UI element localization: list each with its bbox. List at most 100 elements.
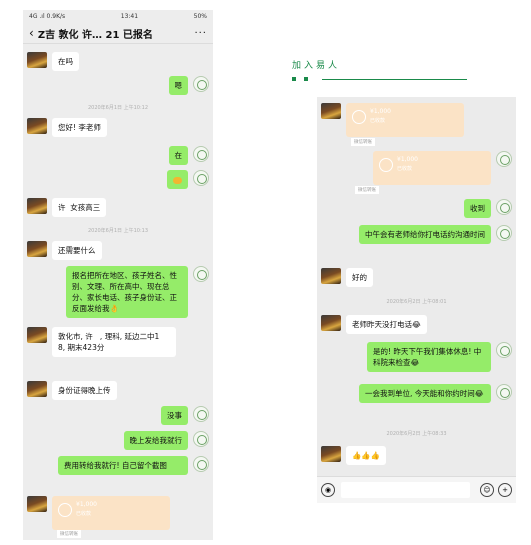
message-in: ¥1,000 已收款 <box>321 103 512 137</box>
transfer-footer: 微信转账 <box>57 530 81 538</box>
avatar[interactable] <box>193 266 209 282</box>
message-out: 收到 <box>321 199 512 218</box>
transfer-amount: ¥1,000 <box>76 501 97 508</box>
section-header: 加入易人 <box>292 58 467 81</box>
avatar[interactable] <box>193 170 209 186</box>
avatar[interactable] <box>496 151 512 167</box>
transfer-card[interactable]: ¥1,000 已收款 <box>52 496 170 530</box>
avatar[interactable] <box>27 381 47 397</box>
underline-dot <box>292 77 296 81</box>
transfer-amount: ¥1,000 <box>370 108 391 115</box>
avatar[interactable] <box>193 431 209 447</box>
left-chat-screenshot: 4G .ıl 0.9K/s 13:41 50% ‹ Z吉 敦化 许… 21 已报… <box>23 10 213 540</box>
chat-title: Z吉 敦化 许… 21 已报名 <box>37 29 153 41</box>
message-out: 一会我到单位, 今天能和你约时间😂 <box>321 384 512 403</box>
battery-indicator: 50% <box>193 13 207 20</box>
avatar[interactable] <box>27 52 47 68</box>
message-bubble[interactable]: 报名把所在地区、孩子姓名、性别、文理、所在高中、现在总分、家长电话、孩子身份证、… <box>66 266 188 318</box>
chat-input-bar: ◉ ☺ + <box>317 476 516 503</box>
message-out: 嗯 <box>27 76 209 95</box>
avatar[interactable] <box>321 446 341 462</box>
message-bubble[interactable]: 收到 <box>464 199 491 218</box>
message-in: ¥1,000 已收款 <box>27 496 209 530</box>
message-out: 没事 <box>27 406 209 425</box>
emoji-icon[interactable]: ☺ <box>480 483 494 497</box>
transfer-card[interactable]: ¥1,000 已收款 <box>373 151 491 185</box>
avatar[interactable] <box>496 342 512 358</box>
message-in: 身份证得晚上传 <box>27 381 209 400</box>
avatar[interactable] <box>27 198 47 214</box>
handshake-icon <box>173 176 182 184</box>
message-bubble[interactable]: 身份证得晚上传 <box>52 381 117 400</box>
timestamp: 2020年6月2日 上午08:33 <box>386 431 447 437</box>
message-bubble[interactable]: 还需要什么 <box>52 241 102 260</box>
message-in: 👍👍👍 <box>321 446 512 465</box>
plus-icon[interactable]: + <box>498 483 512 497</box>
message-in: 老师昨天没打电话😂 <box>321 315 512 334</box>
message-bubble[interactable]: 老师昨天没打电话😂 <box>346 315 427 334</box>
message-in: 好的 <box>321 268 512 287</box>
message-out <box>27 170 209 189</box>
check-circle-icon <box>58 503 72 517</box>
avatar[interactable] <box>27 118 47 134</box>
message-bubble[interactable]: 敦化市, 许 , 理科, 延边二中1 8, 期末423分 <box>52 327 176 357</box>
section-title: 加入易人 <box>292 61 341 71</box>
message-bubble[interactable]: 在 <box>168 146 188 165</box>
status-time: 13:41 <box>120 13 139 20</box>
transfer-footer: 微信转账 <box>355 186 379 194</box>
avatar[interactable] <box>27 241 47 257</box>
avatar[interactable] <box>496 384 512 400</box>
message-bubble[interactable]: 中午会有老师给你打电话约沟通时间 <box>359 225 491 244</box>
avatar[interactable] <box>321 103 341 119</box>
avatar[interactable] <box>321 315 341 331</box>
avatar[interactable] <box>193 456 209 472</box>
message-out: 费用转给我就行! 自己留个截图 <box>27 456 209 475</box>
avatar[interactable] <box>27 327 47 343</box>
signal-indicator: 4G .ıl 0.9K/s <box>29 13 66 20</box>
message-input[interactable] <box>341 482 470 498</box>
more-icon[interactable]: ··· <box>194 28 207 39</box>
transfer-footer: 微信转账 <box>351 138 375 146</box>
avatar[interactable] <box>193 146 209 162</box>
message-in: 您好! 李老师 <box>27 118 209 137</box>
avatar[interactable] <box>496 199 512 215</box>
underline-dot <box>304 77 308 81</box>
chat-title-bar: ‹ Z吉 敦化 许… 21 已报名 ··· <box>23 23 213 44</box>
message-bubble[interactable]: 好的 <box>346 268 373 287</box>
message-out: 报名把所在地区、孩子姓名、性别、文理、所在高中、现在总分、家长电话、孩子身份证、… <box>27 266 209 318</box>
message-in: 在吗 <box>27 52 209 71</box>
avatar[interactable] <box>321 268 341 284</box>
message-bubble[interactable]: 在吗 <box>52 52 79 71</box>
back-icon[interactable]: ‹ <box>29 26 34 40</box>
message-bubble[interactable]: 许 女孩高三 <box>52 198 107 217</box>
message-bubble[interactable]: 晚上发给我就行 <box>123 431 188 450</box>
transfer-status: 已收款 <box>397 166 413 172</box>
voice-icon[interactable]: ◉ <box>321 483 335 497</box>
transfer-amount: ¥1,000 <box>397 156 418 163</box>
message-bubble[interactable]: 一会我到单位, 今天能和你约时间😂 <box>359 384 491 403</box>
avatar[interactable] <box>193 76 209 92</box>
avatar[interactable] <box>496 225 512 241</box>
check-circle-icon <box>352 110 366 124</box>
message-out: 是的! 昨天下午我们集体休息! 中科院来检查😂 <box>321 342 512 372</box>
timestamp: 2020年6月2日 上午08:01 <box>386 299 447 305</box>
message-bubble[interactable]: 费用转给我就行! 自己留个截图 <box>58 456 188 475</box>
timestamp: 2020年6月1日 上午10:12 <box>87 105 149 111</box>
message-out: ¥1,000 已收款 <box>321 151 512 185</box>
timestamp: 2020年6月1日 上午10:13 <box>87 228 149 234</box>
avatar[interactable] <box>27 496 47 512</box>
transfer-status: 已收款 <box>370 118 386 124</box>
right-chat-screenshot: ¥1,000 已收款 微信转账 ¥1,000 已收款 微信转账 收到 中午会有老… <box>317 97 516 503</box>
message-in: 许 女孩高三 <box>27 198 209 217</box>
message-in: 敦化市, 许 , 理科, 延边二中1 8, 期末423分 <box>27 327 209 357</box>
message-bubble[interactable]: 👍👍👍 <box>346 446 387 465</box>
transfer-card[interactable]: ¥1,000 已收款 <box>346 103 464 137</box>
message-bubble[interactable]: 是的! 昨天下午我们集体休息! 中科院来检查😂 <box>367 342 491 372</box>
avatar[interactable] <box>193 406 209 422</box>
message-bubble[interactable]: 您好! 李老师 <box>52 118 107 137</box>
message-bubble[interactable] <box>167 170 188 189</box>
message-bubble[interactable]: 嗯 <box>168 76 188 95</box>
message-in: 还需要什么 <box>27 241 209 260</box>
message-out: 晚上发给我就行 <box>27 431 209 450</box>
message-bubble[interactable]: 没事 <box>161 406 188 425</box>
